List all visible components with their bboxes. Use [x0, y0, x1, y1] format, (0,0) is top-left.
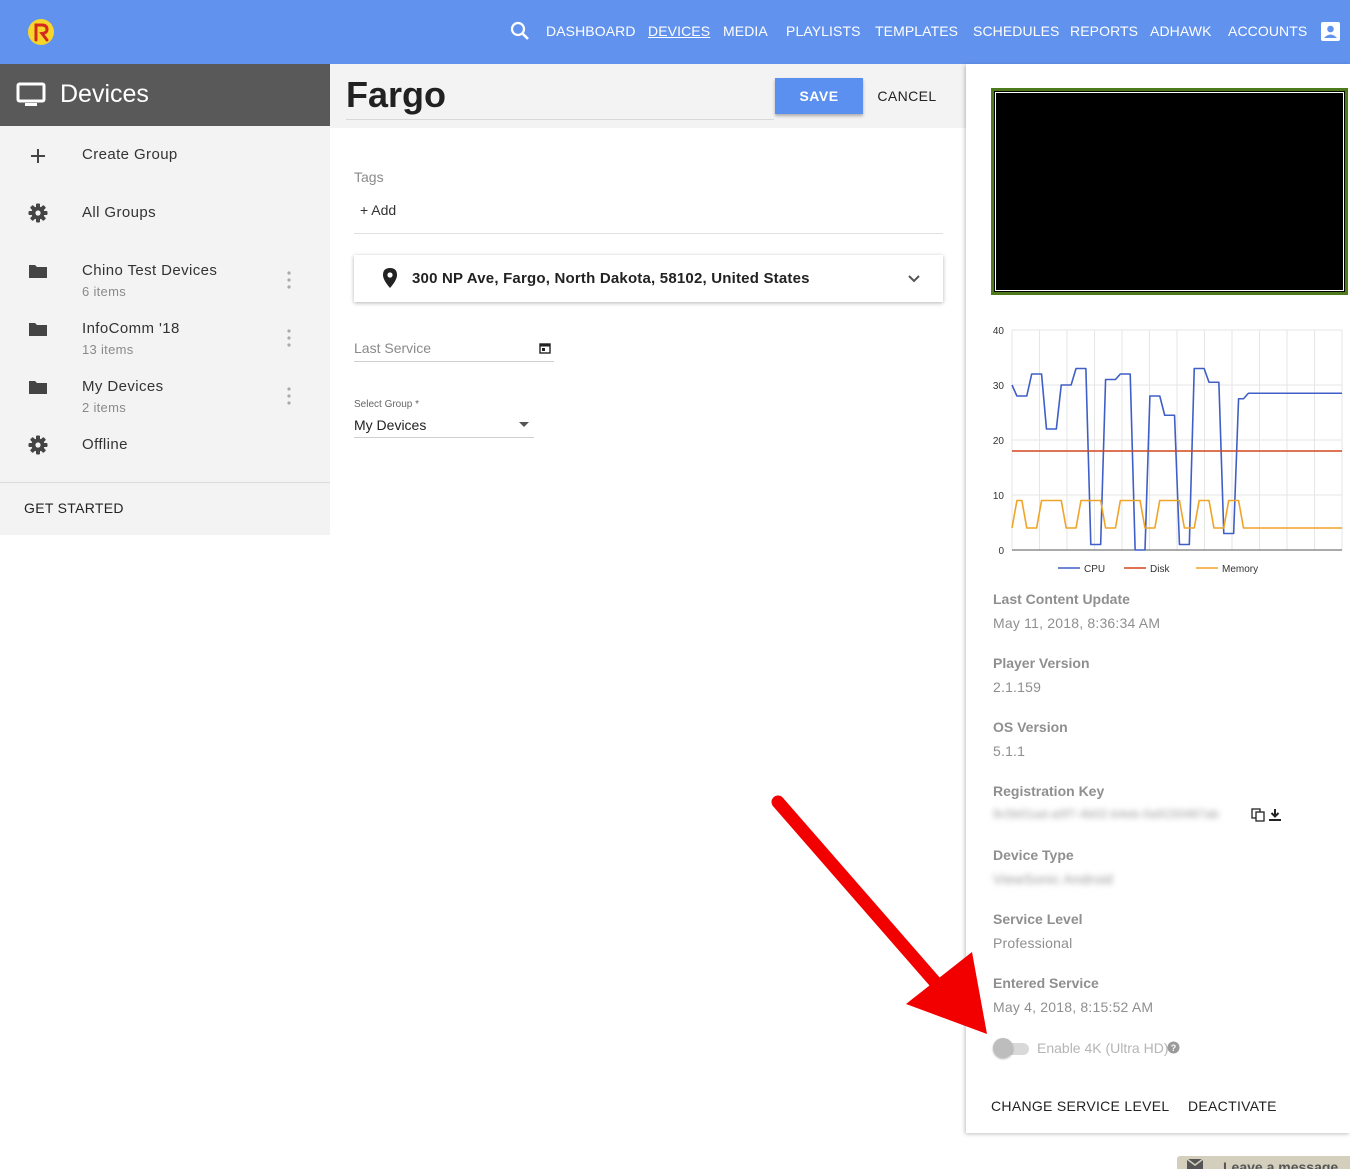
- gear-icon: [28, 203, 48, 223]
- chart-y-tick-label: 40: [993, 326, 1005, 337]
- field-value-last-content-update: May 11, 2018, 8:36:34 AM: [993, 615, 1161, 631]
- field-label-registration-key: Registration Key: [993, 783, 1105, 799]
- sidebar-item-offline[interactable]: Offline: [0, 420, 330, 470]
- sidebar-item-label: All Groups: [82, 204, 157, 221]
- monitor-icon: [16, 82, 46, 106]
- field-label-os-version: OS Version: [993, 719, 1068, 735]
- folder-icon: [29, 323, 47, 336]
- field-value-service-level: Professional: [993, 935, 1073, 951]
- folder-icon: [29, 381, 47, 394]
- field-label-last-content-update: Last Content Update: [993, 591, 1130, 607]
- sidebar-title: Devices: [60, 80, 149, 108]
- get-started-link[interactable]: GET STARTED: [24, 500, 124, 516]
- download-icon[interactable]: [1268, 808, 1282, 822]
- tags-label: Tags: [354, 169, 384, 185]
- field-value-device-type: ViewSonic Android: [993, 871, 1113, 887]
- more-vert-icon[interactable]: [282, 386, 296, 406]
- location-pin-icon: [383, 268, 397, 288]
- sidebar-item-label: Offline: [82, 436, 128, 453]
- field-label-device-type: Device Type: [993, 847, 1074, 863]
- leave-message-label: Leave a message: [1223, 1159, 1339, 1169]
- device-details-panel: 0 10 20 30 40 CPU Disk Memory Last Content Upda…: [966, 64, 1350, 1133]
- sidebar-header: Devices: [0, 64, 330, 126]
- nav-adhawk[interactable]: ADHAWK: [1150, 23, 1212, 39]
- nav-dashboard[interactable]: DASHBOARD: [546, 23, 636, 39]
- address-text: 300 NP Ave, Fargo, North Dakota, 58102, …: [412, 270, 810, 287]
- top-navigation-bar: DASHBOARD DEVICES MEDIA PLAYLISTS TEMPLA…: [0, 0, 1350, 64]
- editor-header: SAVE CANCEL: [330, 64, 966, 128]
- save-button[interactable]: SAVE: [775, 78, 863, 114]
- select-group-label: Select Group *: [354, 399, 420, 410]
- chart-y-tick-label: 20: [993, 436, 1005, 447]
- screen-preview: [991, 88, 1348, 295]
- devices-sidebar: Devices Create Group All Groups Chino Te…: [0, 64, 330, 535]
- toggle-thumb: [993, 1038, 1013, 1058]
- field-label-player-version: Player Version: [993, 655, 1090, 671]
- sidebar-item-my-devices[interactable]: My Devices 2 items: [0, 362, 330, 415]
- nav-playlists[interactable]: PLAYLISTS: [786, 23, 861, 39]
- chevron-down-icon[interactable]: [907, 272, 921, 286]
- sidebar-item-label: My Devices: [82, 378, 164, 395]
- copy-icon[interactable]: [1251, 808, 1265, 822]
- field-label-service-level: Service Level: [993, 911, 1083, 927]
- group-select-value: My Devices: [354, 417, 427, 433]
- add-tag-button[interactable]: + Add: [360, 202, 396, 218]
- folder-icon: [29, 265, 47, 278]
- account-profile-icon[interactable]: [1320, 21, 1341, 42]
- address-panel[interactable]: 300 NP Ave, Fargo, North Dakota, 58102, …: [354, 255, 943, 302]
- sidebar-item-infocomm-18[interactable]: InfoComm '18 13 items: [0, 304, 330, 357]
- field-value-os-version: 5.1.1: [993, 743, 1026, 759]
- sidebar-divider: [0, 482, 330, 483]
- plus-icon: [31, 149, 45, 163]
- usage-chart: 0 10 20 30 40 CPU Disk Memory: [993, 326, 1343, 575]
- field-label-entered-service: Entered Service: [993, 975, 1099, 991]
- chart-y-tick-label: 0: [998, 546, 1004, 557]
- nav-schedules[interactable]: SCHEDULES: [973, 23, 1059, 39]
- enable-4k-toggle[interactable]: [993, 1038, 1029, 1058]
- enable-4k-label: Enable 4K (Ultra HD): [1037, 1040, 1169, 1056]
- search-icon[interactable]: [509, 20, 531, 42]
- leave-message-tab[interactable]: Leave a message: [1177, 1156, 1350, 1169]
- nav-media[interactable]: MEDIA: [723, 23, 768, 39]
- sidebar-item-count: 13 items: [82, 342, 134, 357]
- deactivate-button[interactable]: DEACTIVATE: [1188, 1098, 1277, 1114]
- cancel-button[interactable]: CANCEL: [871, 78, 943, 114]
- last-service-date-input[interactable]: [354, 335, 554, 362]
- chart-legend-label: Disk: [1150, 564, 1170, 575]
- brand-logo[interactable]: [27, 18, 55, 46]
- sidebar-item-all-groups[interactable]: All Groups: [0, 188, 330, 238]
- device-name-input[interactable]: [346, 70, 774, 120]
- sidebar-item-count: 6 items: [82, 284, 127, 299]
- nav-templates[interactable]: TEMPLATES: [875, 23, 958, 39]
- dropdown-caret-icon: [519, 422, 529, 427]
- nav-accounts[interactable]: ACCOUNTS: [1228, 23, 1307, 39]
- chart-legend-label: Memory: [1222, 564, 1258, 575]
- chart-y-tick-label: 10: [993, 491, 1005, 502]
- nav-devices[interactable]: DEVICES: [648, 23, 710, 39]
- more-vert-icon[interactable]: [282, 270, 296, 290]
- sidebar-item-chino-test-devices[interactable]: Chino Test Devices 6 items: [0, 246, 330, 299]
- sidebar-item-create-group[interactable]: Create Group: [0, 130, 330, 180]
- mail-icon: [1187, 1159, 1203, 1169]
- sidebar-item-label: InfoComm '18: [82, 320, 180, 337]
- sidebar-item-label: Chino Test Devices: [82, 262, 218, 279]
- group-select[interactable]: My Devices: [354, 414, 534, 438]
- device-editor: SAVE CANCEL Tags + Add 300 NP Ave, Fargo…: [330, 64, 966, 1169]
- screen-preview-image: [995, 92, 1344, 291]
- tags-divider: [354, 233, 943, 234]
- gear-icon: [28, 435, 48, 455]
- chart-legend-label: CPU: [1084, 564, 1105, 575]
- more-vert-icon[interactable]: [282, 328, 296, 348]
- field-value-registration-key: 9c5b01ad-a0f7-4b02-b4eb-0a9150487ab: [993, 807, 1219, 821]
- help-icon[interactable]: ?: [1167, 1041, 1180, 1054]
- calendar-icon[interactable]: [539, 342, 551, 354]
- change-service-level-button[interactable]: CHANGE SERVICE LEVEL: [991, 1098, 1169, 1114]
- sidebar-item-count: 2 items: [82, 400, 127, 415]
- field-value-player-version: 2.1.159: [993, 679, 1042, 695]
- chart-y-tick-label: 30: [993, 381, 1005, 392]
- nav-reports[interactable]: REPORTS: [1070, 23, 1138, 39]
- field-value-entered-service: May 4, 2018, 8:15:52 AM: [993, 999, 1154, 1015]
- svg-text:?: ?: [1171, 1043, 1177, 1053]
- sidebar-item-label: Create Group: [82, 146, 178, 163]
